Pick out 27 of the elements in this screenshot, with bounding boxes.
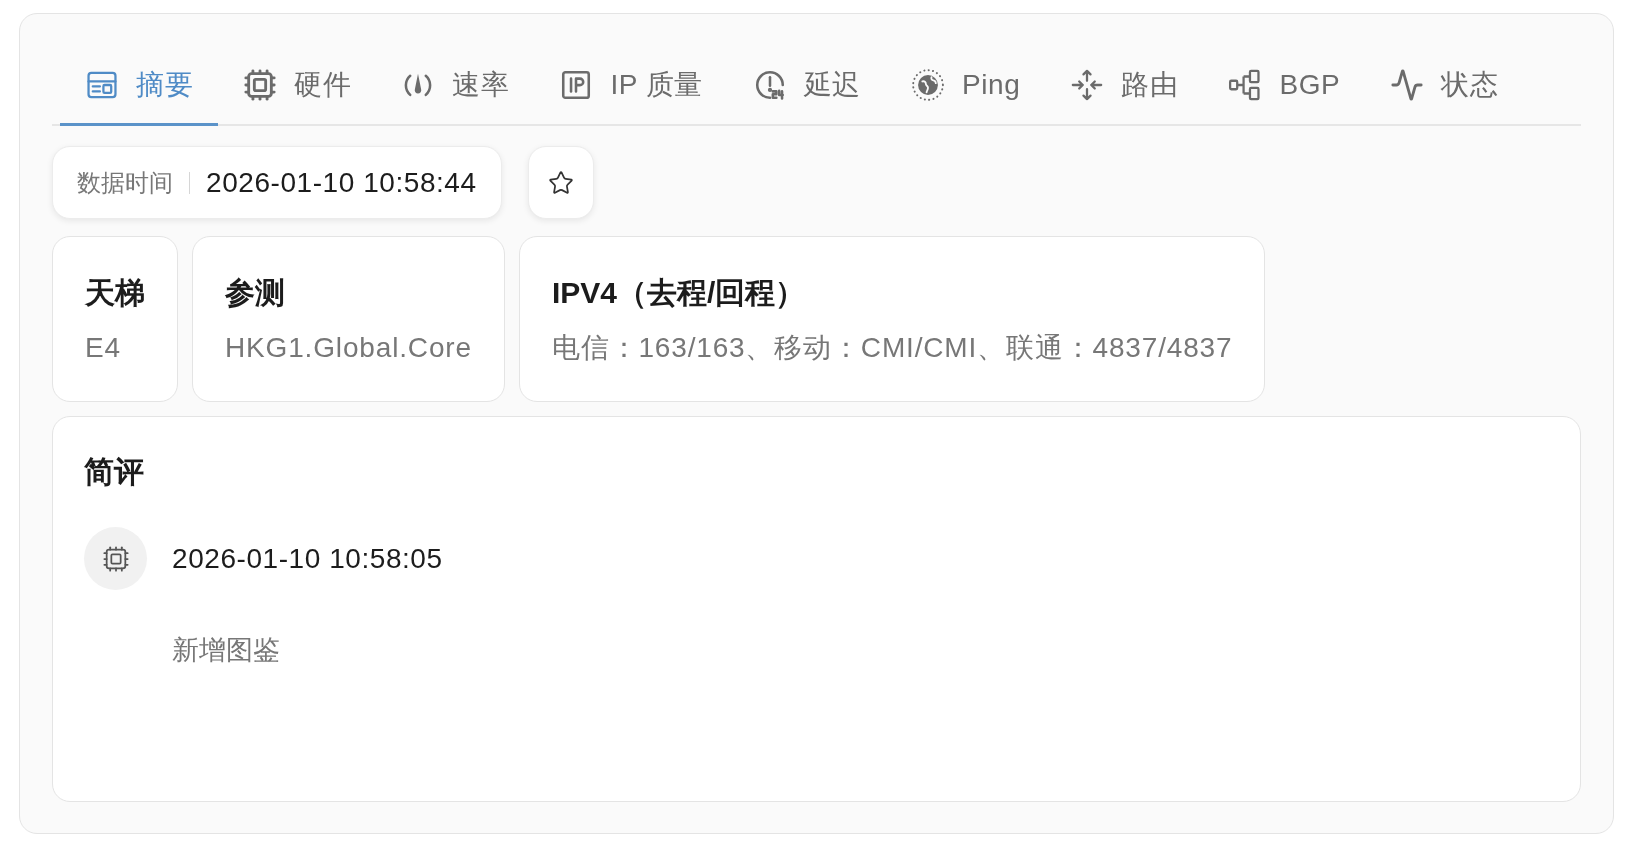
tab[interactable]: IP 质量	[534, 46, 728, 126]
review-text: 新增图鉴	[172, 634, 281, 667]
tab[interactable]: 延迟	[727, 46, 887, 126]
data-time-value: 2026-01-10 10:58:44	[206, 165, 477, 200]
review-time: 2026-01-10 10:58:05	[172, 541, 443, 576]
star-icon	[547, 169, 574, 196]
info-card-title: IPV4（去程/回程）	[551, 274, 807, 311]
tab[interactable]: 路由	[1045, 46, 1204, 126]
info-card-title: 参测	[225, 274, 286, 311]
tab[interactable]: 摘要	[60, 46, 219, 126]
favorite-button[interactable]	[527, 146, 594, 219]
info-card-title: 天梯	[85, 274, 145, 311]
activity-icon	[1390, 67, 1425, 102]
chip-icon	[243, 67, 278, 102]
info-card-value: 电信：163/163、移动：CMI/CMI、联通：4837/4837	[551, 330, 1233, 365]
globe-icon	[911, 67, 946, 102]
data-time-label: 数据时间	[77, 167, 173, 198]
info-card-value: HKG1.Global.Core	[225, 330, 472, 365]
tab[interactable]: 状态	[1365, 46, 1524, 126]
info-card-value: E4	[85, 330, 122, 365]
arrows-icon	[1070, 67, 1105, 102]
review-title: 简评	[84, 454, 145, 490]
network-nodes-icon	[1228, 67, 1263, 102]
tab[interactable]: Ping	[886, 46, 1046, 126]
tab[interactable]: BGP	[1203, 46, 1366, 126]
tab[interactable]: 硬件	[218, 46, 377, 126]
tab[interactable]: 速率	[376, 46, 535, 126]
